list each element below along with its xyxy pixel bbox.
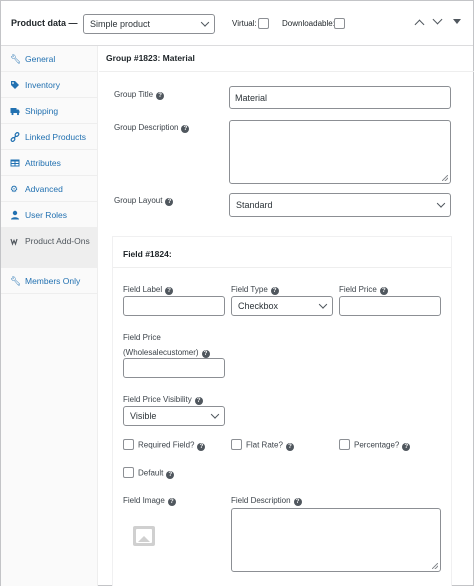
- user-icon: [10, 210, 20, 220]
- move-up-icon[interactable]: [414, 19, 425, 30]
- help-icon[interactable]: ?: [181, 125, 190, 133]
- panel-title: Product data —: [11, 18, 78, 28]
- sidebar-item-shipping[interactable]: Shipping: [1, 98, 98, 124]
- default-checkbox[interactable]: [123, 467, 134, 478]
- wrench-icon: 🔧︎: [10, 276, 22, 286]
- sidebar-item-attributes[interactable]: Attributes: [1, 150, 98, 176]
- group-heading: Group #1823: Material: [106, 53, 195, 63]
- move-down-icon[interactable]: [432, 14, 443, 25]
- sidebar-item-advanced[interactable]: ⚙︎ Advanced: [1, 176, 98, 202]
- default-row: Default?: [123, 467, 175, 479]
- help-icon[interactable]: ?: [285, 442, 294, 451]
- help-icon[interactable]: ?: [201, 350, 210, 358]
- product-type-select[interactable]: Simple product: [83, 14, 215, 34]
- resize-grip-icon[interactable]: [442, 175, 448, 181]
- field-type-value: Checkbox: [238, 301, 279, 311]
- help-icon[interactable]: ?: [270, 287, 279, 295]
- divider: [113, 267, 451, 268]
- gear-icon: ⚙︎: [10, 184, 19, 194]
- field-label-label: Field Label?: [123, 285, 174, 295]
- group-layout-value: Standard: [236, 200, 273, 210]
- downloadable-label: Downloadable:: [282, 19, 335, 28]
- sidebar-item-general[interactable]: 🔧︎ General: [1, 46, 98, 72]
- downloadable-checkbox[interactable]: [334, 18, 345, 29]
- flat-rate-checkbox[interactable]: [231, 439, 242, 450]
- help-icon[interactable]: ?: [165, 287, 174, 295]
- group-description-label: Group Description?: [114, 123, 190, 133]
- help-icon[interactable]: ?: [167, 498, 176, 506]
- field-description-textarea[interactable]: [231, 508, 441, 572]
- toggle-panel-icon[interactable]: [453, 19, 461, 24]
- wholesale-price-label-line2: (Wholesalecustomer)?: [123, 348, 210, 358]
- table-icon: [10, 158, 20, 168]
- field-price-input[interactable]: [339, 296, 441, 316]
- field-description-label: Field Description?: [231, 496, 302, 506]
- sidebar-item-inventory[interactable]: Inventory: [1, 72, 98, 98]
- product-data-header: Product data — Simple product Virtual: D…: [1, 1, 473, 46]
- help-icon[interactable]: ?: [194, 397, 203, 405]
- group-title-input[interactable]: Material: [229, 86, 451, 109]
- price-visibility-value: Visible: [130, 411, 157, 421]
- chevron-down-icon: [200, 18, 210, 27]
- chevron-down-icon: [436, 199, 446, 208]
- required-field-row: Required Field??: [123, 439, 206, 451]
- virtual-checkbox[interactable]: [258, 18, 269, 29]
- virtual-label: Virtual:: [232, 19, 257, 28]
- sidebar-item-members-only[interactable]: 🔧︎ Members Only: [1, 268, 98, 294]
- wrench-icon: 🔧︎: [10, 54, 22, 64]
- field-image-label: Field Image?: [123, 496, 176, 506]
- sidebar-item-linked-products[interactable]: Linked Products: [1, 124, 98, 150]
- group-title-label: Group Title?: [114, 90, 165, 100]
- sidebar-item-user-roles[interactable]: User Roles: [1, 202, 98, 228]
- product-data-panel: Product data — Simple product Virtual: D…: [0, 0, 474, 586]
- percentage-checkbox[interactable]: [339, 439, 350, 450]
- wholesale-price-input[interactable]: [123, 358, 225, 378]
- divider: [99, 71, 474, 72]
- field-label-input[interactable]: [123, 296, 225, 316]
- field-type-label: Field Type?: [231, 285, 279, 295]
- price-visibility-label: Field Price Visibility?: [123, 395, 203, 405]
- wholesale-price-label-line1: Field Price: [123, 333, 161, 342]
- image-placeholder-icon[interactable]: [133, 526, 155, 546]
- field-type-select[interactable]: Checkbox: [231, 296, 333, 316]
- group-layout-label: Group Layout?: [114, 196, 174, 206]
- flat-rate-row: Flat Rate??: [231, 439, 294, 451]
- chevron-down-icon: [318, 300, 328, 309]
- field-price-label: Field Price?: [339, 285, 388, 295]
- help-icon[interactable]: ?: [197, 442, 206, 451]
- resize-grip-icon[interactable]: [432, 563, 438, 569]
- link-icon: [10, 132, 20, 142]
- help-icon[interactable]: ?: [156, 92, 165, 100]
- truck-icon: [10, 106, 20, 116]
- help-icon[interactable]: ?: [379, 287, 388, 295]
- required-field-checkbox[interactable]: [123, 439, 134, 450]
- percentage-row: Percentage??: [339, 439, 411, 451]
- group-description-textarea[interactable]: [229, 120, 451, 184]
- field-panel: Field #1824: Field Label? Field Type? Ch…: [112, 236, 452, 586]
- tag-icon: [10, 80, 20, 90]
- field-heading: Field #1824:: [123, 249, 172, 259]
- help-icon[interactable]: ?: [166, 470, 175, 479]
- woo-icon: [10, 236, 20, 246]
- sidebar-item-product-add-ons[interactable]: Product Add-Ons: [1, 228, 98, 268]
- group-layout-select[interactable]: Standard: [229, 193, 451, 217]
- group-title-value: Material: [235, 92, 268, 103]
- price-visibility-select[interactable]: Visible: [123, 406, 225, 426]
- help-icon[interactable]: ?: [165, 198, 174, 206]
- product-data-tabs: 🔧︎ General Inventory Shipping Linked Pro…: [1, 46, 98, 586]
- help-icon[interactable]: ?: [293, 498, 302, 506]
- help-icon[interactable]: ?: [402, 442, 411, 451]
- product-type-value: Simple product: [90, 19, 151, 29]
- chevron-down-icon: [210, 410, 220, 419]
